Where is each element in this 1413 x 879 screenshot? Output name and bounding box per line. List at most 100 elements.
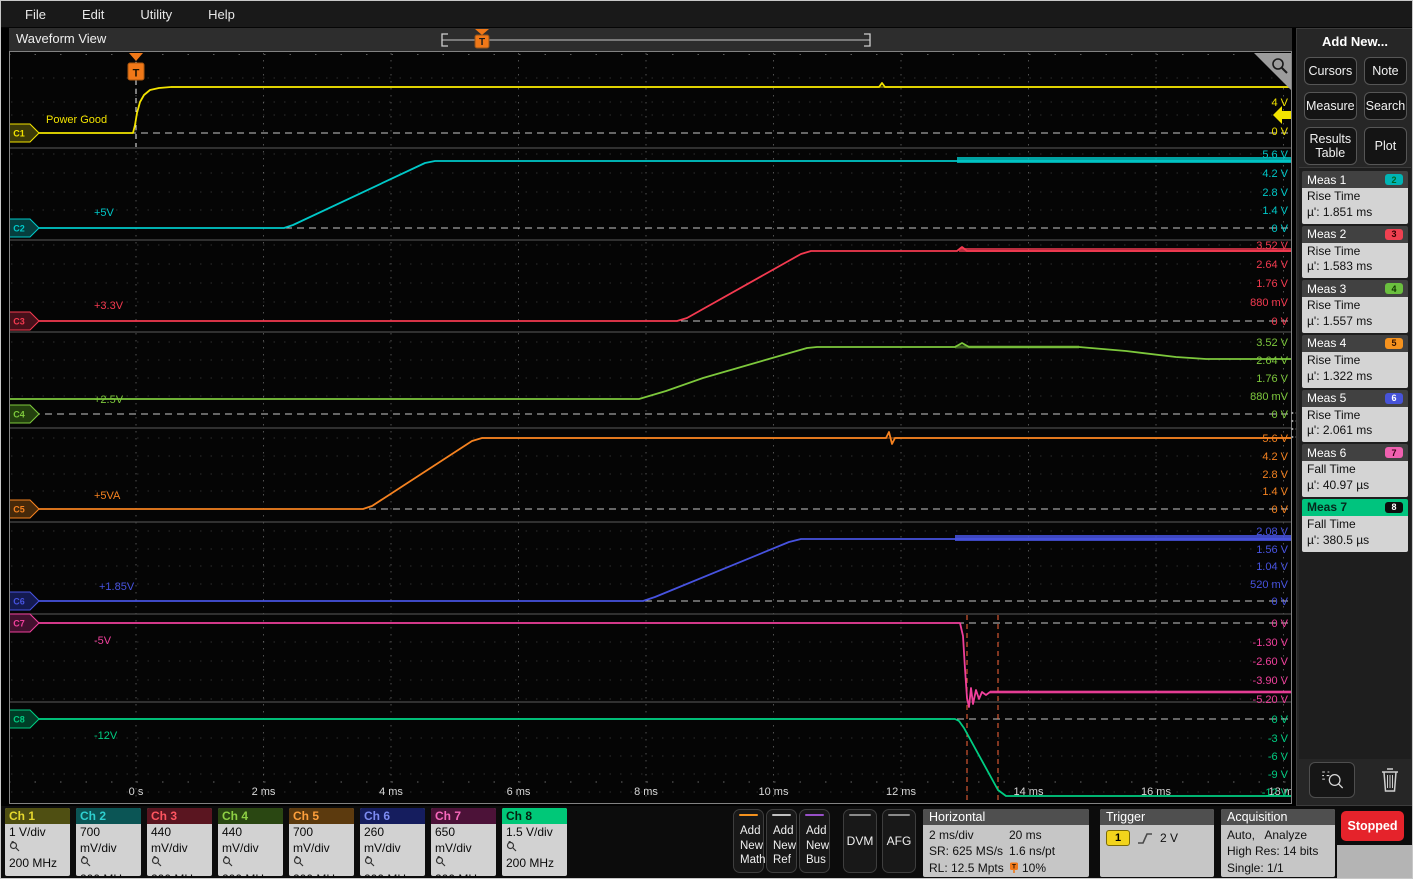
c7-name-label: -5V — [94, 635, 112, 647]
c6-scale-label: 520 mV — [1250, 579, 1289, 591]
measurement-meas-6[interactable]: Meas 6 7 Fall Time µ': 40.97 µs — [1302, 444, 1408, 497]
channel-bandwidth: 200 MHz — [222, 872, 279, 876]
measurement-results: Meas 1 2 Rise Time µ': 1.851 ms Meas 2 3 Rise … — [1299, 167, 1411, 759]
measurement-source-badge: 7 — [1385, 447, 1403, 459]
channel-bandwidth: 200 MHz — [364, 872, 421, 876]
add-new-math-button[interactable]: Add New Math — [733, 809, 766, 873]
probe-icon — [364, 855, 375, 867]
channel-vdiv: 650 mV/div — [435, 825, 472, 855]
c8-badge-label: C8 — [13, 715, 25, 725]
waveform-display[interactable]: 0 s2 ms 4 ms 6 ms 8 ms 10 ms 12 ms 14 ms 16 ms 1… — [8, 51, 1299, 804]
add-new-title: Add New... — [1322, 34, 1388, 49]
trigger-card[interactable]: Trigger 1 2 V — [1100, 809, 1214, 877]
measurement-meas-5[interactable]: Meas 5 6 Rise Time µ': 2.061 ms — [1302, 389, 1408, 443]
measurement-type: Rise Time — [1307, 352, 1361, 367]
c4-scale-label: 1.76 V — [1256, 373, 1288, 385]
horizontal-value: SR: 625 MS/s — [929, 844, 1004, 859]
dvm-button[interactable]: DVM — [843, 809, 877, 873]
time-label: 6 ms — [507, 786, 531, 798]
channel-card-title: Ch 3 — [147, 808, 212, 824]
add-search-button[interactable]: Search — [1363, 92, 1408, 120]
c3-scale-label: 880 mV — [1250, 297, 1289, 309]
menu-item-utility[interactable]: Utility — [140, 7, 172, 22]
results-panel: Add New... Cursors Note Measure Search Resul… — [1296, 28, 1412, 806]
measurement-value: µ': 40.97 µs — [1307, 478, 1370, 493]
c5-scale-label: 0 V — [1271, 504, 1288, 516]
add-new-bus-button[interactable]: Add New Bus — [799, 809, 830, 873]
c5-name-label: +5VA — [94, 490, 121, 502]
afg-button[interactable]: AFG — [882, 809, 916, 873]
c7-badge-label: C7 — [13, 619, 25, 629]
c8-scale-label: 0 V — [1271, 714, 1288, 726]
time-label: 8 ms — [634, 786, 658, 798]
horizontal-card[interactable]: Horizontal 2 ms/div 20 ms SR: 625 MS/s 1.6 … — [923, 809, 1089, 877]
panel-bottom-toolbar — [1297, 762, 1412, 798]
horizontal-row: SR: 625 MS/s 1.6 ns/pt — [929, 843, 1083, 859]
trigger-level: 2 V — [1160, 831, 1179, 845]
channel-card-ch3[interactable]: Ch 3440 mV/div 200 MHz — [147, 808, 212, 876]
channel-card-ch6[interactable]: Ch 6260 mV/div 200 MHz — [360, 808, 425, 876]
measurement-meas-3[interactable]: Meas 3 4 Rise Time µ': 1.557 ms — [1302, 280, 1408, 333]
c6-name-label: +1.85V — [99, 581, 135, 593]
measurement-meas-4[interactable]: Meas 4 5 Rise Time µ': 1.322 ms — [1302, 334, 1408, 388]
measurement-meas-7[interactable]: Meas 7 8 Fall Time µ': 380.5 µs — [1302, 498, 1408, 552]
menu-item-help[interactable]: Help — [208, 7, 235, 22]
add-cursors-button[interactable]: Cursors — [1304, 57, 1357, 85]
trash-icon[interactable] — [1378, 766, 1402, 794]
probe-icon — [80, 855, 91, 867]
c5-scale-label: 1.4 V — [1262, 486, 1288, 498]
acquisition-line: Single: 1/1 — [1227, 860, 1284, 875]
overview-trigger-arrow[interactable] — [475, 29, 489, 35]
time-label: 2 ms — [252, 786, 276, 798]
zoom-overview-icon — [1321, 771, 1343, 789]
channel-card-title: Ch 1 — [5, 808, 70, 824]
c2-badge-label: C2 — [13, 224, 25, 234]
c4-scale-label: 0 V — [1271, 409, 1288, 421]
view-title: Waveform View — [16, 31, 107, 46]
measurement-type: Rise Time — [1307, 243, 1361, 258]
add-results-table-button[interactable]: Results Table — [1304, 127, 1357, 165]
horizontal-value: 1.6 ns/pt — [1009, 844, 1056, 859]
measurement-meas-2[interactable]: Meas 2 3 Rise Time µ': 1.583 ms — [1302, 225, 1408, 279]
channel-card-ch8[interactable]: Ch 8 1.5 V/div 200 MHz — [502, 808, 567, 876]
c7-scale-label: -1.30 V — [1253, 637, 1289, 649]
c4-name-label: +2.5V — [94, 394, 124, 406]
c7-scale-label: -3.90 V — [1253, 675, 1289, 687]
c4-scale-label: 2.64 V — [1256, 355, 1288, 367]
add-plot-button[interactable]: Plot — [1363, 127, 1408, 165]
trigger-source-badge[interactable]: 1 — [1106, 830, 1130, 846]
add-new-ref-button[interactable]: Add New Ref — [766, 809, 797, 873]
c4-scale-label: 3.52 V — [1256, 337, 1288, 349]
waveform-view-header: Waveform View T — [9, 28, 1292, 51]
measurement-meas-1[interactable]: Meas 1 2 Rise Time µ': 1.851 ms — [1302, 171, 1408, 224]
channel-card-ch5[interactable]: Ch 5700 mV/div 200 MHz — [289, 808, 354, 876]
channel-bandwidth: 200 MHz — [151, 872, 208, 876]
c4-badge-label: C4 — [13, 410, 25, 420]
add-note-button[interactable]: Note — [1363, 57, 1408, 85]
add-measure-button[interactable]: Measure — [1304, 92, 1357, 120]
channel-card-ch7[interactable]: Ch 7650 mV/div 200 MHz — [431, 808, 496, 876]
measurement-name: Meas 1 — [1307, 172, 1347, 187]
channel-vdiv: 700 mV/div — [80, 825, 117, 855]
measurement-source-badge: 8 — [1385, 501, 1403, 513]
channel-card-ch1[interactable]: Ch 11 V/div 200 MHz — [5, 808, 70, 876]
channel-card-title: Ch 8 — [502, 808, 567, 824]
channel-card-ch2[interactable]: Ch 2700 mV/div 200 MHz — [76, 808, 141, 876]
channel-card-ch4[interactable]: Ch 4440 mV/div 200 MHz — [218, 808, 283, 876]
time-label: 4 ms — [379, 786, 403, 798]
measurement-type: Fall Time — [1307, 516, 1356, 531]
horizontal-overview-bar[interactable]: T — [427, 28, 879, 50]
horizontal-value: RL: 12.5 Mpts — [929, 860, 1004, 875]
channel-bandwidth: 200 MHz — [80, 872, 137, 876]
c2-scale-label: 2.8 V — [1262, 187, 1288, 199]
zoom-overview-button[interactable] — [1308, 762, 1355, 798]
button-accent-stripe — [849, 814, 871, 816]
measurement-value: µ': 1.322 ms — [1307, 368, 1373, 383]
channel-vdiv: 1.5 V/div — [506, 825, 553, 839]
acquisition-card[interactable]: Acquisition Auto, Analyze High Res: 14 bi… — [1221, 809, 1335, 877]
menu-item-file[interactable]: File — [25, 7, 46, 22]
c2-name-label: +5V — [94, 207, 115, 219]
run-stop-button[interactable]: Stopped — [1341, 811, 1404, 841]
channel-vdiv: 1 V/div — [9, 825, 46, 839]
menu-item-edit[interactable]: Edit — [82, 7, 104, 22]
